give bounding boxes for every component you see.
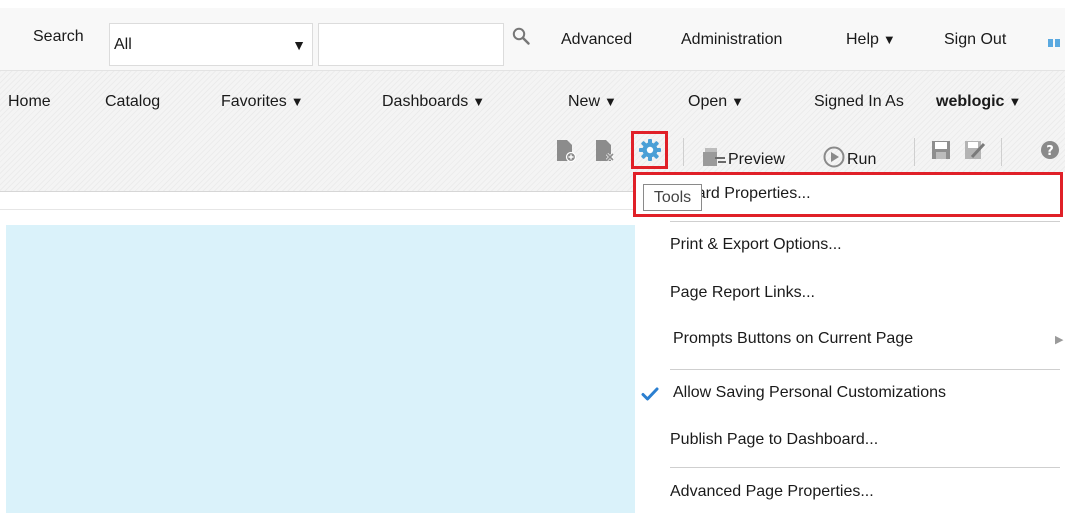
run-icon	[823, 146, 847, 168]
search-scope-value: All	[114, 35, 132, 53]
nav-open[interactable]: Open ▼	[688, 93, 744, 111]
toolbar-divider	[1001, 138, 1002, 166]
administration-link[interactable]: Administration	[681, 31, 782, 49]
new-page-icon[interactable]	[556, 139, 576, 163]
gear-icon	[638, 138, 662, 162]
nav-home[interactable]: Home	[8, 93, 51, 111]
menu-separator	[670, 369, 1060, 370]
nav-open-label: Open	[688, 93, 728, 110]
save-as-icon[interactable]	[964, 139, 986, 161]
preview-label: Preview	[728, 151, 785, 168]
chevron-down-icon: ▼	[731, 94, 745, 109]
menu-item-prompts-buttons[interactable]: Prompts Buttons on Current Page	[673, 330, 913, 348]
search-input[interactable]	[318, 23, 504, 66]
advanced-search-link[interactable]: Advanced	[561, 31, 632, 49]
user-name: weblogic	[936, 93, 1005, 110]
global-header: Search All ▼ Advanced Administration Hel…	[0, 8, 1065, 71]
search-label: Search	[33, 28, 84, 45]
sign-out-link[interactable]: Sign Out	[944, 31, 1006, 49]
help-menu[interactable]: Help ▼	[846, 31, 896, 49]
search-scope-select[interactable]: All ▼	[109, 23, 313, 66]
tools-tooltip: Tools	[643, 184, 702, 211]
chevron-down-icon: ▼	[472, 94, 486, 109]
chevron-down-icon: ▼	[1008, 94, 1022, 109]
tools-button[interactable]	[631, 131, 668, 169]
nav-dashboards[interactable]: Dashboards ▼	[382, 93, 485, 111]
chevron-down-icon: ▼	[882, 32, 896, 47]
menu-item-page-report-links[interactable]: Page Report Links...	[670, 284, 815, 302]
menu-item-publish-page[interactable]: Publish Page to Dashboard...	[670, 431, 878, 449]
chevron-down-icon: ▼	[292, 36, 306, 53]
search-icon[interactable]	[512, 27, 530, 45]
chevron-down-icon: ▼	[604, 94, 617, 109]
menu-separator	[670, 467, 1060, 468]
nav-catalog[interactable]: Catalog	[105, 93, 160, 111]
save-icon[interactable]	[931, 139, 951, 161]
chevron-down-icon: ▼	[290, 94, 304, 109]
menu-item-advanced-page-properties[interactable]: Advanced Page Properties...	[670, 483, 874, 501]
preview-button[interactable]: Preview	[702, 146, 785, 169]
nav-dashboards-label: Dashboards	[382, 93, 469, 110]
help-icon[interactable]: ?	[1040, 140, 1060, 160]
run-button[interactable]: Run	[823, 146, 876, 169]
nav-new[interactable]: New ▼	[568, 93, 617, 111]
tools-menu: hboard Properties... Print & Export Opti…	[635, 172, 1065, 513]
menu-item-print-export-options[interactable]: Print & Export Options...	[670, 236, 842, 254]
preview-icon	[702, 146, 728, 168]
run-label: Run	[847, 151, 877, 168]
signed-in-label: Signed In As	[814, 93, 904, 110]
toolbar-divider	[914, 138, 915, 166]
svg-text:?: ?	[1046, 144, 1054, 159]
submenu-arrow-icon: ▶	[1055, 334, 1064, 346]
user-menu[interactable]: weblogic ▼	[936, 93, 1021, 111]
checkmark-icon	[641, 386, 659, 402]
nav-favorites-label: Favorites	[221, 93, 287, 110]
delete-page-icon[interactable]	[595, 139, 615, 163]
toolbar-divider	[683, 138, 684, 166]
nav-new-label: New	[568, 93, 601, 110]
dashboard-page-canvas[interactable]	[6, 225, 635, 513]
nav-favorites[interactable]: Favorites ▼	[221, 93, 304, 111]
menu-separator	[670, 221, 1060, 222]
menu-item-allow-saving-customizations[interactable]: Allow Saving Personal Customizations	[673, 384, 946, 402]
help-menu-label: Help	[846, 31, 879, 48]
app-switcher-icon[interactable]	[1048, 35, 1062, 53]
